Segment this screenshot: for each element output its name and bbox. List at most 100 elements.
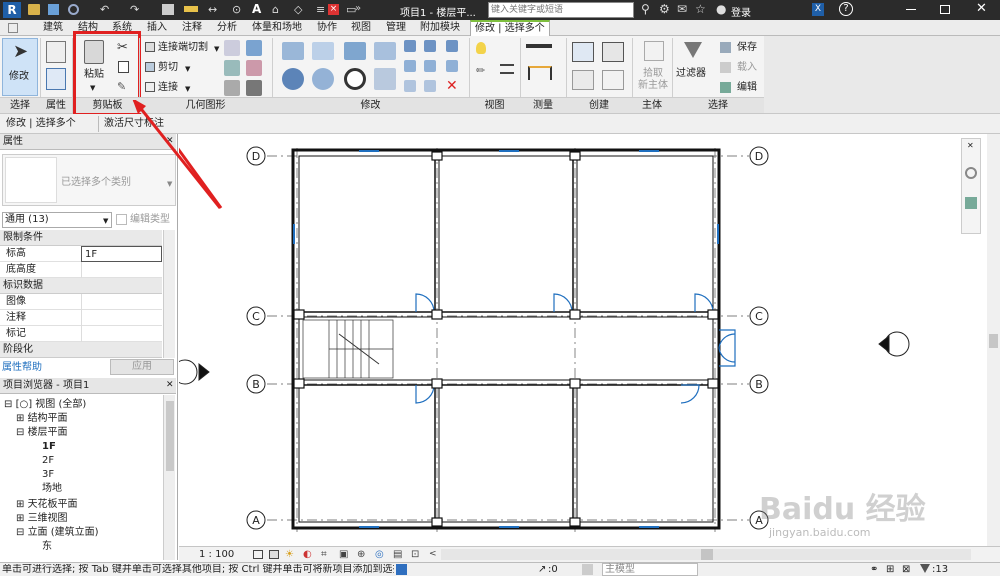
prop-value[interactable] bbox=[81, 262, 162, 278]
select-underlay-icon[interactable]: ⊞ bbox=[886, 563, 894, 576]
prop-row-level[interactable]: 标高 1F bbox=[0, 246, 162, 262]
instance-filter-select[interactable]: 通用 (13) ▼ bbox=[2, 212, 112, 228]
drawing-canvas[interactable]: D D C C B B A A Baidu 经验 jingyan.baidu.c… bbox=[179, 134, 987, 546]
text-icon[interactable]: A bbox=[252, 2, 261, 16]
crop-view-icon[interactable]: ⌗ bbox=[321, 549, 327, 560]
hide-bulb-icon[interactable] bbox=[476, 42, 486, 54]
3d-view-icon[interactable]: ⌂ bbox=[272, 3, 279, 16]
exchange-apps-icon[interactable]: X bbox=[812, 3, 824, 16]
measure-icon[interactable] bbox=[184, 6, 198, 12]
filter-status-icon[interactable] bbox=[920, 564, 930, 573]
extend-icon[interactable] bbox=[424, 80, 436, 92]
tree-item-east[interactable]: 东 bbox=[42, 540, 52, 554]
reveal-hidden-icon[interactable]: ▤ bbox=[393, 549, 402, 560]
create-assembly-icon[interactable] bbox=[572, 42, 594, 62]
save-selection-icon[interactable] bbox=[720, 42, 731, 53]
tab-manage[interactable]: 管理 bbox=[386, 21, 406, 35]
delete-icon[interactable]: ✕ bbox=[446, 78, 458, 94]
load-selection-label[interactable]: 载入 bbox=[737, 62, 757, 74]
canvas-horizontal-scrollbar[interactable] bbox=[441, 549, 971, 560]
active-model-select[interactable]: 主模型 bbox=[602, 563, 698, 576]
tag-icon[interactable]: ⊙ bbox=[232, 3, 241, 16]
tree-item-floor-plans[interactable]: ⊟ 楼层平面 bbox=[16, 426, 68, 440]
tab-architecture[interactable]: 建筑 bbox=[43, 21, 63, 35]
canvas-hscroll-thumb[interactable] bbox=[701, 549, 713, 560]
connect-label[interactable]: 连接 bbox=[158, 82, 178, 94]
prop-row-base-height[interactable]: 底高度 bbox=[0, 262, 162, 278]
prop-value[interactable]: 1F bbox=[81, 246, 162, 262]
subscription-icon[interactable]: ⚙ bbox=[659, 2, 670, 16]
select-pinned-icon[interactable]: ⊠ bbox=[902, 563, 910, 576]
prop-row-image[interactable]: 图像 bbox=[0, 294, 162, 310]
tab-massing-site[interactable]: 体量和场地 bbox=[252, 21, 302, 35]
editable-icon[interactable]: ↗ bbox=[538, 563, 546, 576]
tree-item-elevations[interactable]: ⊟ 立面 (建筑立面) bbox=[16, 526, 99, 540]
align-icon[interactable] bbox=[282, 42, 304, 60]
tree-item-site[interactable]: 场地 bbox=[42, 482, 62, 496]
tree-item-views[interactable]: ⊟ [○] 视图 (全部) bbox=[4, 398, 86, 412]
array-icon[interactable] bbox=[446, 40, 458, 52]
shadows-icon[interactable]: ◐ bbox=[303, 549, 312, 560]
tree-item-2f[interactable]: 2F bbox=[42, 454, 54, 468]
sun-path-icon[interactable]: ☀ bbox=[285, 549, 294, 560]
lock-3d-icon[interactable]: ⊕ bbox=[357, 549, 365, 560]
mirror-draw-icon[interactable] bbox=[374, 42, 396, 60]
browser-scroll-thumb[interactable] bbox=[166, 401, 174, 471]
wall-joins-icon[interactable] bbox=[224, 40, 240, 56]
measure-tool-icon[interactable] bbox=[526, 44, 552, 48]
save-icon[interactable] bbox=[48, 4, 59, 15]
dimension-icon[interactable]: ↔ bbox=[208, 3, 217, 16]
tree-item-ceiling-plans[interactable]: ⊞ 天花板平面 bbox=[16, 498, 78, 512]
select-links-icon[interactable]: ⚭ bbox=[870, 563, 878, 576]
join-cut-icon[interactable] bbox=[145, 42, 155, 52]
view-scale[interactable]: 1 : 100 bbox=[199, 549, 234, 561]
undo-icon[interactable]: ↶ bbox=[100, 3, 109, 16]
crop-region-icon[interactable]: ▣ bbox=[339, 549, 348, 560]
canvas-vertical-scrollbar[interactable] bbox=[987, 134, 1000, 546]
unpin-icon[interactable] bbox=[446, 60, 458, 72]
binoculars-icon[interactable]: ⚲ bbox=[641, 2, 650, 16]
thin-lines-icon[interactable]: ≡ bbox=[316, 3, 325, 16]
zoom-icon[interactable] bbox=[965, 197, 977, 209]
scroll-left-icon[interactable]: < bbox=[429, 549, 437, 559]
rotate-icon[interactable] bbox=[344, 68, 366, 90]
split-icon[interactable] bbox=[404, 40, 416, 52]
canvas-scroll-thumb[interactable] bbox=[989, 334, 998, 348]
filter-button[interactable]: 过滤器 bbox=[674, 38, 712, 96]
visual-style-icon[interactable] bbox=[269, 550, 279, 559]
navigation-bar[interactable]: ✕ bbox=[961, 138, 981, 234]
paint-icon[interactable] bbox=[246, 60, 262, 76]
minimize-icon[interactable] bbox=[906, 9, 916, 10]
prop-row-comments[interactable]: 注释 bbox=[0, 310, 162, 326]
design-options-icon[interactable] bbox=[582, 564, 593, 575]
analytical-model-icon[interactable]: ⊡ bbox=[411, 549, 419, 560]
tab-annotate[interactable]: 注释 bbox=[182, 21, 202, 35]
create-parts-icon[interactable] bbox=[602, 42, 624, 62]
tab-analyze[interactable]: 分析 bbox=[217, 21, 237, 35]
properties-help-link[interactable]: 属性帮助 bbox=[2, 362, 42, 374]
demolish-icon[interactable] bbox=[224, 80, 240, 96]
prop-row-mark[interactable]: 标记 bbox=[0, 326, 162, 342]
group-select[interactable]: 选择 bbox=[0, 97, 40, 113]
join-icon[interactable] bbox=[145, 82, 155, 92]
redo-icon[interactable]: ↷ bbox=[130, 3, 139, 16]
cut-geometry-icon[interactable] bbox=[145, 62, 155, 72]
edit-type-button[interactable]: 编辑类型 bbox=[116, 212, 176, 228]
close-navbar-icon[interactable]: ✕ bbox=[967, 141, 974, 150]
print-icon[interactable] bbox=[162, 4, 174, 15]
save-selection-label[interactable]: 保存 bbox=[737, 42, 757, 54]
favorites-icon[interactable]: ☆ bbox=[695, 2, 706, 16]
login-button[interactable]: 登录 bbox=[731, 4, 751, 19]
move-icon[interactable] bbox=[282, 68, 304, 90]
close-hidden-icon[interactable]: × bbox=[328, 4, 339, 15]
pin-icon[interactable] bbox=[424, 60, 436, 72]
close-icon[interactable]: ✕ bbox=[976, 1, 987, 16]
join-cut-label[interactable]: 连接端切割 bbox=[158, 42, 208, 54]
tab-modify-multi-select[interactable]: 修改 | 选择多个 bbox=[470, 20, 550, 36]
create-similar-icon[interactable] bbox=[602, 70, 624, 90]
steering-wheel-icon[interactable] bbox=[965, 167, 977, 179]
copy-element-icon[interactable] bbox=[312, 68, 334, 90]
tab-insert[interactable]: 插入 bbox=[147, 21, 167, 35]
prop-value[interactable] bbox=[81, 326, 162, 342]
browser-scrollbar[interactable] bbox=[163, 395, 175, 560]
